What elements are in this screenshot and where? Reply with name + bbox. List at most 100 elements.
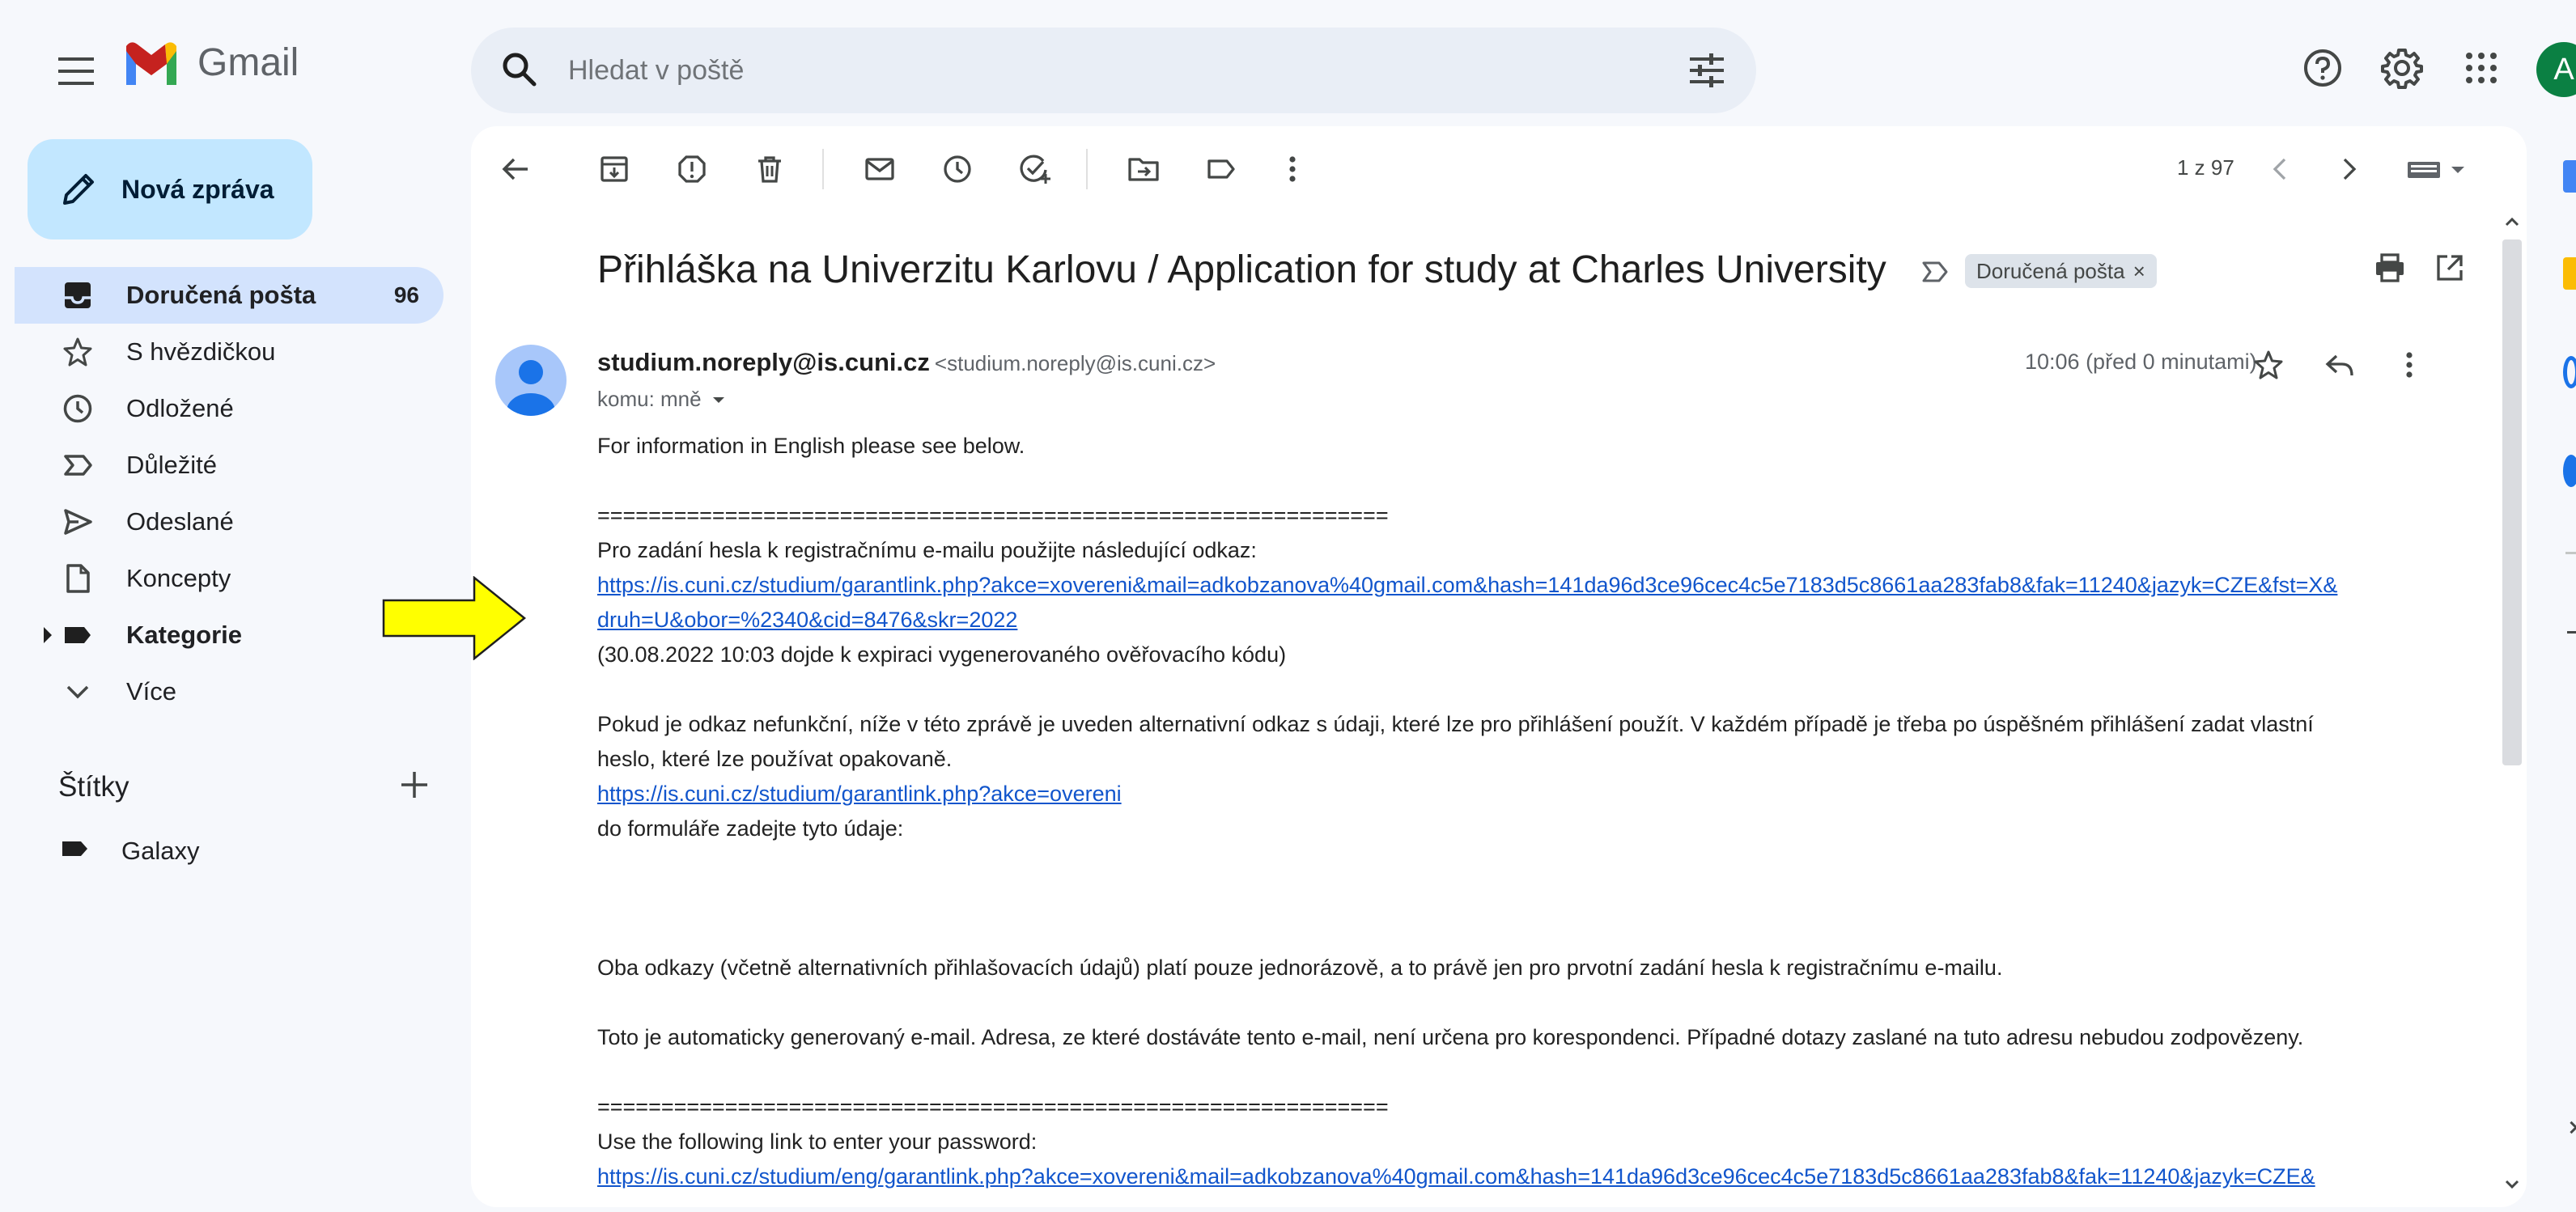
sidebar-item-label: Kategorie xyxy=(126,621,242,649)
chevron-down-icon xyxy=(60,674,95,710)
reply-icon xyxy=(2325,354,2353,376)
pagination-count: 1 z 97 xyxy=(2177,155,2234,180)
reply-button[interactable] xyxy=(2319,345,2360,385)
message-body: For information in English please see be… xyxy=(597,429,2434,1194)
label-icon xyxy=(60,833,91,868)
support-button[interactable] xyxy=(2297,42,2349,94)
sidebar-item-label: Důležité xyxy=(126,451,217,479)
trash-icon xyxy=(758,156,781,183)
verification-link-cont[interactable]: druh=U&obor=%2340&cid=8476&skr=2022 xyxy=(597,608,1017,632)
message-more-button[interactable] xyxy=(2389,345,2430,385)
expand-caret-icon xyxy=(44,627,52,643)
sidebar-item-label: Odložené xyxy=(126,394,234,422)
compose-button[interactable]: Nová zpráva xyxy=(28,139,312,239)
sidebar-item-sent[interactable]: Odeslané xyxy=(15,494,443,550)
sidebar-item-important[interactable]: Důležité xyxy=(15,437,443,494)
task-add-icon xyxy=(1020,155,1050,184)
snooze-button[interactable] xyxy=(937,149,978,189)
plus-icon xyxy=(401,772,427,798)
move-to-button[interactable] xyxy=(1123,149,1164,189)
back-button[interactable] xyxy=(495,149,536,189)
search-options-icon[interactable] xyxy=(1688,52,1725,93)
archive-icon xyxy=(601,156,628,182)
apps-grid-icon xyxy=(2466,53,2497,83)
caret-down-icon xyxy=(712,396,724,403)
labels-button[interactable] xyxy=(1201,149,1241,189)
main-menu-button[interactable] xyxy=(50,45,102,97)
account-avatar[interactable]: A xyxy=(2536,42,2576,97)
contacts-app-icon[interactable] xyxy=(2563,455,2576,487)
chevron-left-icon xyxy=(2273,158,2286,180)
message-view: 1 z 97 Přihláška na Univerzitu Karlovu /… xyxy=(471,126,2527,1207)
add-addon-icon[interactable] xyxy=(2567,631,2576,634)
open-new-window-button[interactable] xyxy=(2430,248,2470,288)
star-button[interactable] xyxy=(2248,345,2289,385)
send-icon xyxy=(60,504,95,540)
older-button[interactable] xyxy=(2329,149,2370,189)
gmail-wordmark: Gmail xyxy=(197,41,299,84)
sender-name[interactable]: studium.noreply@is.cuni.cz xyxy=(597,348,930,376)
print-button[interactable] xyxy=(2370,248,2410,288)
remove-label-icon[interactable]: × xyxy=(2133,259,2145,284)
hide-panel-icon[interactable] xyxy=(2565,1121,2576,1134)
report-spam-button[interactable] xyxy=(672,149,712,189)
message-toolbar: 1 z 97 xyxy=(471,126,2527,210)
clock-icon xyxy=(60,391,95,426)
keep-app-icon[interactable] xyxy=(2563,257,2576,290)
search-bar xyxy=(471,28,1756,113)
pencil-icon xyxy=(63,174,94,205)
scroll-thumb[interactable] xyxy=(2502,239,2522,765)
search-icon[interactable] xyxy=(500,50,539,93)
keyboard-icon xyxy=(2408,162,2464,178)
add-to-tasks-button[interactable] xyxy=(1015,149,1055,189)
message-scrollbar[interactable] xyxy=(2501,212,2523,1207)
search-input[interactable] xyxy=(568,45,1620,95)
more-vert-icon xyxy=(1289,156,1296,182)
sidebar-item-label-galaxy[interactable]: Galaxy xyxy=(60,833,199,868)
settings-button[interactable] xyxy=(2376,42,2428,94)
sidebar-item-starred[interactable]: S hvězdičkou xyxy=(15,324,443,380)
sidebar-item-inbox[interactable]: Doručená pošta 96 xyxy=(15,267,443,324)
inbox-icon xyxy=(60,278,95,313)
sidebar-item-label: Odeslané xyxy=(126,507,234,536)
body-text: do formuláře zadejte tyto údaje: xyxy=(597,816,904,841)
sidebar-nav: Doručená pošta 96 S hvězdičkou Odložené … xyxy=(15,267,443,720)
sidebar-item-snoozed[interactable]: Odložené xyxy=(15,380,443,437)
scroll-up-icon xyxy=(2505,217,2519,227)
recipient-line[interactable]: komu: mně xyxy=(597,387,729,412)
sidebar-item-more[interactable]: Více xyxy=(15,663,443,720)
archive-button[interactable] xyxy=(594,149,634,189)
gmail-logo[interactable]: Gmail xyxy=(123,40,299,85)
important-marker-icon[interactable] xyxy=(1921,259,1949,289)
calendar-app-icon[interactable] xyxy=(2563,160,2576,193)
unread-count-badge: 96 xyxy=(393,282,419,307)
spam-icon xyxy=(678,155,706,183)
verification-link[interactable]: https://is.cuni.cz/studium/garantlink.ph… xyxy=(597,573,2337,597)
chevron-right-icon xyxy=(2343,158,2357,180)
input-tools-button[interactable] xyxy=(2402,149,2475,189)
arrow-left-icon xyxy=(502,158,528,180)
mark-unread-button[interactable] xyxy=(859,149,900,189)
apps-button[interactable] xyxy=(2455,42,2507,94)
toolbar-divider xyxy=(822,149,824,189)
sidebar-item-label: Více xyxy=(126,677,177,706)
help-icon xyxy=(2304,49,2341,87)
alternative-link[interactable]: https://is.cuni.cz/studium/garantlink.ph… xyxy=(597,782,1122,806)
tasks-app-icon[interactable] xyxy=(2563,356,2576,388)
yellow-arrow-annotation xyxy=(382,576,526,660)
sidebar-item-categories[interactable]: Kategorie xyxy=(15,607,443,663)
body-text: Pro zadání hesla k registračnímu e-mailu… xyxy=(597,538,1257,562)
more-actions-button[interactable] xyxy=(1272,149,1313,189)
body-text: (30.08.2022 10:03 dojde k expiraci vygen… xyxy=(597,642,1287,667)
side-panel xyxy=(2549,146,2576,1197)
toolbar-divider xyxy=(1086,149,1088,189)
delete-button[interactable] xyxy=(749,149,790,189)
label-outline-icon xyxy=(1207,159,1235,179)
body-separator: ========================================… xyxy=(597,503,1389,528)
newer-button[interactable] xyxy=(2260,149,2300,189)
sender-avatar[interactable] xyxy=(495,345,567,416)
add-label-button[interactable] xyxy=(398,769,431,805)
english-verification-link[interactable]: https://is.cuni.cz/studium/eng/garantlin… xyxy=(597,1164,2315,1189)
sidebar-item-drafts[interactable]: Koncepty xyxy=(15,550,443,607)
body-separator: ========================================… xyxy=(597,1095,1389,1119)
